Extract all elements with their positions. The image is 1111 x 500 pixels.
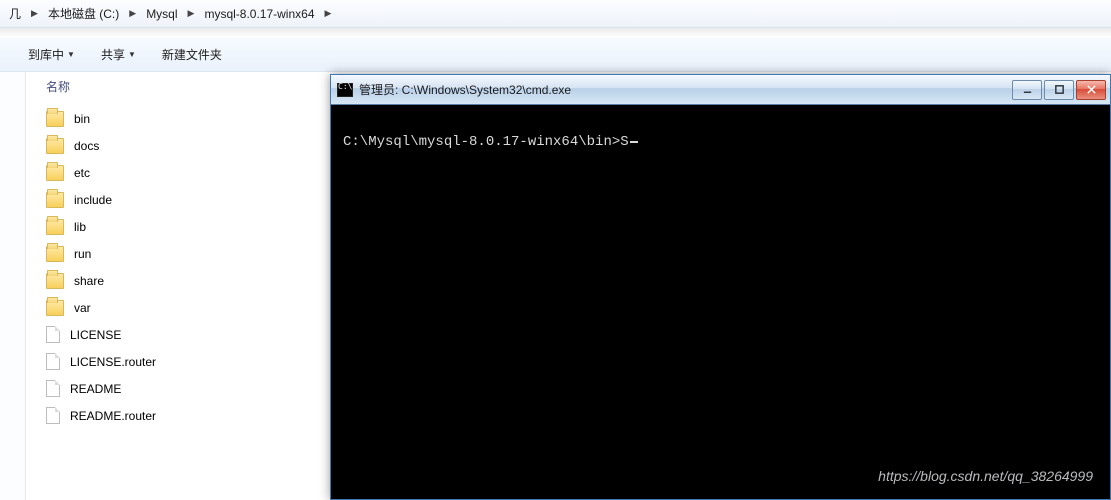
close-button[interactable] [1076, 80, 1106, 100]
watermark: https://blog.csdn.net/qq_38264999 [878, 468, 1093, 484]
navigation-pane[interactable] [0, 72, 26, 500]
file-name: LICENSE.router [70, 355, 156, 369]
breadcrumb-item[interactable]: mysql-8.0.17-winx64 [198, 0, 320, 27]
chevron-down-icon: ▼ [67, 50, 75, 59]
file-icon [46, 353, 60, 370]
file-name: include [74, 193, 112, 207]
folder-icon [46, 219, 64, 235]
file-name: var [74, 301, 91, 315]
folder-icon [46, 111, 64, 127]
chevron-down-icon: ▼ [128, 50, 136, 59]
file-name: LICENSE [70, 328, 121, 342]
cmd-prompt-line: C:\Mysql\mysql-8.0.17-winx64\bin>S [343, 134, 629, 150]
folder-icon [46, 138, 64, 154]
file-name: README [70, 382, 121, 396]
file-icon [46, 407, 60, 424]
chevron-right-icon[interactable]: ▶ [125, 8, 140, 19]
breadcrumb: 几 ▶ 本地磁盘 (C:) ▶ Mysql ▶ mysql-8.0.17-win… [0, 0, 1111, 28]
file-name: etc [74, 166, 90, 180]
window-controls [1012, 80, 1106, 100]
chevron-right-icon[interactable]: ▶ [27, 8, 42, 19]
file-name: lib [74, 220, 86, 234]
cmd-titlebar[interactable]: 管理员: C:\Windows\System32\cmd.exe [331, 75, 1110, 105]
breadcrumb-item[interactable]: Mysql [140, 0, 183, 27]
chevron-right-icon[interactable]: ▶ [321, 8, 336, 19]
breadcrumb-item[interactable]: 本地磁盘 (C:) [42, 0, 125, 27]
folder-icon [46, 273, 64, 289]
cmd-app-icon [337, 83, 353, 97]
breadcrumb-partial[interactable]: 几 [3, 0, 27, 27]
cursor-icon [630, 141, 638, 143]
cmd-window[interactable]: 管理员: C:\Windows\System32\cmd.exe C:\Mysq… [330, 74, 1111, 500]
file-icon [46, 326, 60, 343]
file-name: share [74, 274, 104, 288]
toolbar-label: 共享 [101, 46, 125, 63]
folder-icon [46, 192, 64, 208]
folder-icon [46, 300, 64, 316]
toolbar: 到库中 ▼ 共享 ▼ 新建文件夹 [0, 38, 1111, 72]
minimize-button[interactable] [1012, 80, 1042, 100]
cmd-title: 管理员: C:\Windows\System32\cmd.exe [359, 81, 1006, 98]
file-name: run [74, 247, 91, 261]
folder-icon [46, 246, 64, 262]
chevron-right-icon[interactable]: ▶ [184, 8, 199, 19]
file-icon [46, 380, 60, 397]
file-name: README.router [70, 409, 156, 423]
toolbar-new-folder[interactable]: 新建文件夹 [156, 42, 228, 67]
maximize-button[interactable] [1044, 80, 1074, 100]
toolbar-share[interactable]: 共享 ▼ [95, 42, 142, 67]
file-name: bin [74, 112, 90, 126]
cmd-client-area[interactable]: C:\Mysql\mysql-8.0.17-winx64\bin>S [337, 110, 1104, 493]
toolbar-add-to-library[interactable]: 到库中 ▼ [22, 42, 81, 67]
file-name: docs [74, 139, 99, 153]
toolbar-label: 到库中 [28, 46, 64, 63]
cmd-output: C:\Mysql\mysql-8.0.17-winx64\bin>S [337, 110, 1104, 175]
toolbar-label: 新建文件夹 [162, 46, 222, 63]
folder-icon [46, 165, 64, 181]
